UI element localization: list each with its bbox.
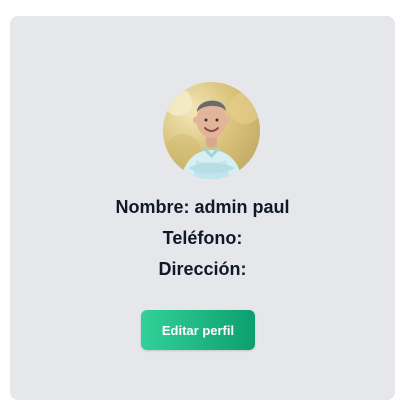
avatar [163, 82, 260, 179]
profile-info: Nombre: admin paul Teléfono: Dirección: [10, 192, 395, 285]
profile-card: Nombre: admin paul Teléfono: Dirección: … [10, 16, 395, 400]
user-photo [164, 88, 260, 179]
name-text: Nombre: admin paul [115, 197, 290, 217]
edit-profile-button[interactable]: Editar perfil [141, 310, 255, 350]
phone-text: Teléfono: [162, 228, 243, 248]
address-text: Dirección: [158, 259, 247, 279]
